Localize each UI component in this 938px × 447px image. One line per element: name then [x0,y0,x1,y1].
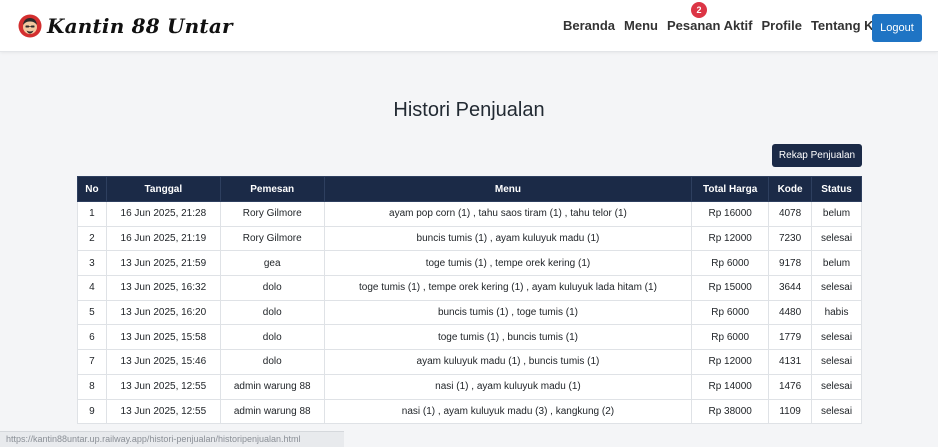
page-title: Histori Penjualan [393,99,545,121]
cell-pemesan: dolo [219,275,325,301]
header-pemesan: Pemesan [219,176,325,202]
header-no: No [77,176,107,202]
cell-total-harga: Rp 12000 [691,225,770,252]
cell-no: 9 [77,398,107,425]
nav-pesanan-aktif[interactable]: Pesanan Aktif 2 [666,2,753,33]
chef-avatar-icon [18,14,42,38]
cell-status: habis [811,299,862,326]
cell-pemesan: admin warung 88 [219,373,325,400]
table-row: 5 13 Jun 2025, 16:20 dolo buncis tumis (… [77,299,862,326]
cell-no: 1 [77,201,107,227]
cell-total-harga: Rp 6000 [691,324,770,351]
cell-total-harga: Rp 38000 [691,398,770,425]
cell-total-harga: Rp 15000 [691,275,770,301]
cell-pemesan: Rory Gilmore [219,201,325,227]
cell-menu: buncis tumis (1) , toge tumis (1) [323,299,693,326]
cell-total-harga: Rp 16000 [691,201,770,227]
table-row: 3 13 Jun 2025, 21:59 gea toge tumis (1) … [77,250,862,277]
cell-kode: 1109 [768,398,813,425]
cell-kode: 1476 [768,373,813,400]
cell-tanggal: 13 Jun 2025, 12:55 [105,398,221,425]
nav-menu[interactable]: Menu [624,18,658,33]
cell-status: selesai [811,373,862,400]
cell-menu: buncis tumis (1) , ayam kuluyuk madu (1) [323,225,693,252]
table-row: 4 13 Jun 2025, 16:32 dolo toge tumis (1)… [77,275,862,301]
logout-button[interactable]: Logout [872,14,922,42]
header-kode: Kode [768,176,813,202]
cell-pemesan: gea [219,250,325,277]
cell-no: 4 [77,275,107,301]
cell-tanggal: 13 Jun 2025, 16:32 [105,275,221,301]
cell-tanggal: 16 Jun 2025, 21:19 [105,225,221,252]
cell-tanggal: 13 Jun 2025, 15:58 [105,324,221,351]
brand-name: Kantin 88 Untar [47,14,233,38]
cell-pemesan: dolo [219,349,325,375]
cell-menu: toge tumis (1) , buncis tumis (1) [323,324,693,351]
table-row: 2 16 Jun 2025, 21:19 Rory Gilmore buncis… [77,225,862,252]
header-tanggal: Tanggal [105,176,221,202]
cell-status: belum [811,250,862,277]
cell-tanggal: 13 Jun 2025, 15:46 [105,349,221,375]
cell-kode: 9178 [768,250,813,277]
cell-no: 5 [77,299,107,326]
cell-pemesan: admin warung 88 [219,398,325,425]
cell-menu: ayam pop corn (1) , tahu saos tiram (1) … [323,201,693,227]
cell-pemesan: dolo [219,324,325,351]
cell-no: 8 [77,373,107,400]
table-row: 9 13 Jun 2025, 12:55 admin warung 88 nas… [77,398,862,425]
cell-tanggal: 13 Jun 2025, 16:20 [105,299,221,326]
nav-profile[interactable]: Profile [761,18,801,33]
cell-kode: 7230 [768,225,813,252]
cell-no: 3 [77,250,107,277]
header-menu: Menu [323,176,693,202]
cell-status: selesai [811,225,862,252]
cell-menu: nasi (1) , ayam kuluyuk madu (3) , kangk… [323,398,693,425]
cell-kode: 4078 [768,201,813,227]
nav-pesanan-aktif-label: Pesanan Aktif [666,18,753,33]
cell-status: selesai [811,398,862,425]
cell-menu: ayam kuluyuk madu (1) , buncis tumis (1) [323,349,693,375]
cell-status: selesai [811,275,862,301]
browser-status-bar: https://kantin88untar.up.railway.app/his… [0,431,344,447]
table-row: 6 13 Jun 2025, 15:58 dolo toge tumis (1)… [77,324,862,351]
cell-kode: 1779 [768,324,813,351]
cell-menu: toge tumis (1) , tempe orek kering (1) [323,250,693,277]
active-orders-badge: 2 [690,2,707,18]
cell-tanggal: 13 Jun 2025, 21:59 [105,250,221,277]
cell-tanggal: 13 Jun 2025, 12:55 [105,373,221,400]
cell-total-harga: Rp 14000 [691,373,770,400]
cell-no: 2 [77,225,107,252]
nav-links: Beranda Menu Pesanan Aktif 2 Profile Ten… [563,2,896,33]
cell-total-harga: Rp 12000 [691,349,770,375]
table-row: 1 16 Jun 2025, 21:28 Rory Gilmore ayam p… [77,201,862,227]
top-navbar: Kantin 88 Untar Beranda Menu Pesanan Akt… [0,0,938,52]
cell-total-harga: Rp 6000 [691,299,770,326]
table-row: 7 13 Jun 2025, 15:46 dolo ayam kuluyuk m… [77,349,862,375]
cell-pemesan: dolo [219,299,325,326]
cell-status: belum [811,201,862,227]
nav-beranda[interactable]: Beranda [563,18,615,33]
cell-kode: 3644 [768,275,813,301]
rekap-penjualan-button[interactable]: Rekap Penjualan [772,144,862,167]
cell-no: 7 [77,349,107,375]
table-header-row: No Tanggal Pemesan Menu Total Harga Kode… [77,176,862,202]
cell-total-harga: Rp 6000 [691,250,770,277]
table-row: 8 13 Jun 2025, 12:55 admin warung 88 nas… [77,373,862,400]
header-total-harga: Total Harga [691,176,770,202]
header-status: Status [811,176,862,202]
cell-status: selesai [811,349,862,375]
cell-kode: 4131 [768,349,813,375]
cell-no: 6 [77,324,107,351]
cell-pemesan: Rory Gilmore [219,225,325,252]
cell-menu: toge tumis (1) , tempe orek kering (1) ,… [323,275,693,301]
cell-status: selesai [811,324,862,351]
cell-kode: 4480 [768,299,813,326]
cell-tanggal: 16 Jun 2025, 21:28 [105,201,221,227]
sales-history-table: No Tanggal Pemesan Menu Total Harga Kode… [77,176,862,425]
cell-menu: nasi (1) , ayam kuluyuk madu (1) [323,373,693,400]
brand[interactable]: Kantin 88 Untar [18,10,233,42]
